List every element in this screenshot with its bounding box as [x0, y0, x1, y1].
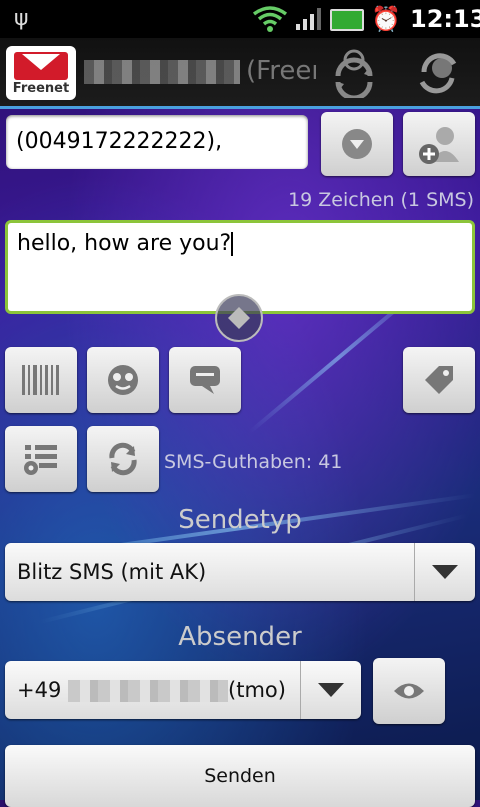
send-type-select[interactable]: Blitz SMS (mit AK): [5, 543, 475, 601]
refresh-credit-button[interactable]: [87, 426, 159, 492]
eye-icon: [394, 683, 424, 699]
status-bar: ψ ⏰ 12:13: [0, 0, 480, 38]
clock: 12:13: [410, 5, 480, 33]
settings-list-button[interactable]: [5, 426, 77, 492]
sender-value: +49 (tmo): [17, 661, 286, 719]
sender-number-redacted: [68, 680, 229, 702]
barcode-icon: [22, 365, 59, 395]
barcode-button[interactable]: [5, 347, 77, 413]
smiley-icon: [108, 365, 138, 395]
chevron-down-icon: [300, 661, 361, 719]
speech-bubble-icon: [190, 366, 220, 394]
page-title: (Freenet: [246, 56, 316, 86]
chevron-down-icon: [414, 543, 475, 601]
character-count: 19 Zeichen (1 SMS): [288, 189, 474, 211]
usb-icon: ψ: [14, 6, 29, 31]
sender-label: Absender: [178, 622, 302, 652]
sender-prefix: +49: [17, 678, 62, 702]
send-type-value: Blitz SMS (mit AK): [17, 560, 207, 584]
logo-text: Freenet: [12, 81, 70, 96]
expand-toggle-button[interactable]: [215, 294, 263, 342]
wifi-icon: [252, 6, 288, 32]
settings-list-icon: [24, 445, 57, 475]
sender-select[interactable]: +49 (tmo): [5, 661, 361, 719]
text-cursor: [231, 232, 234, 256]
battery-charging-icon: [330, 9, 364, 31]
sender-suffix: (tmo): [228, 678, 286, 702]
envelope-icon: [14, 52, 68, 80]
chevron-down-circle-icon: [342, 129, 372, 159]
templates-button[interactable]: [169, 347, 241, 413]
signal-icon: [296, 8, 321, 30]
recipient-history-button[interactable]: [321, 112, 393, 176]
freenet-logo: Freenet: [6, 46, 76, 100]
add-contact-button[interactable]: [403, 112, 475, 176]
tag-button[interactable]: [403, 347, 475, 413]
tag-icon: [425, 366, 453, 394]
sms-credit: SMS-Guthaben: 41: [164, 451, 343, 473]
recipient-input[interactable]: (0049172222222),: [6, 115, 308, 169]
send-type-label: Sendetyp: [178, 505, 302, 535]
alarm-icon: ⏰: [371, 5, 401, 33]
title-bar: Freenet (Freenet: [0, 38, 480, 109]
add-contact-icon: [419, 127, 459, 164]
sync-contacts-button[interactable]: [412, 46, 464, 98]
sync-robot-button[interactable]: [328, 46, 380, 98]
refresh-icon: [109, 442, 137, 476]
smiley-button[interactable]: [87, 347, 159, 413]
send-button[interactable]: Senden: [5, 745, 475, 807]
title-redacted: [84, 60, 240, 84]
show-sender-button[interactable]: [373, 658, 445, 724]
message-text: hello, how are you?: [17, 231, 232, 256]
diamond-icon: [228, 307, 250, 329]
